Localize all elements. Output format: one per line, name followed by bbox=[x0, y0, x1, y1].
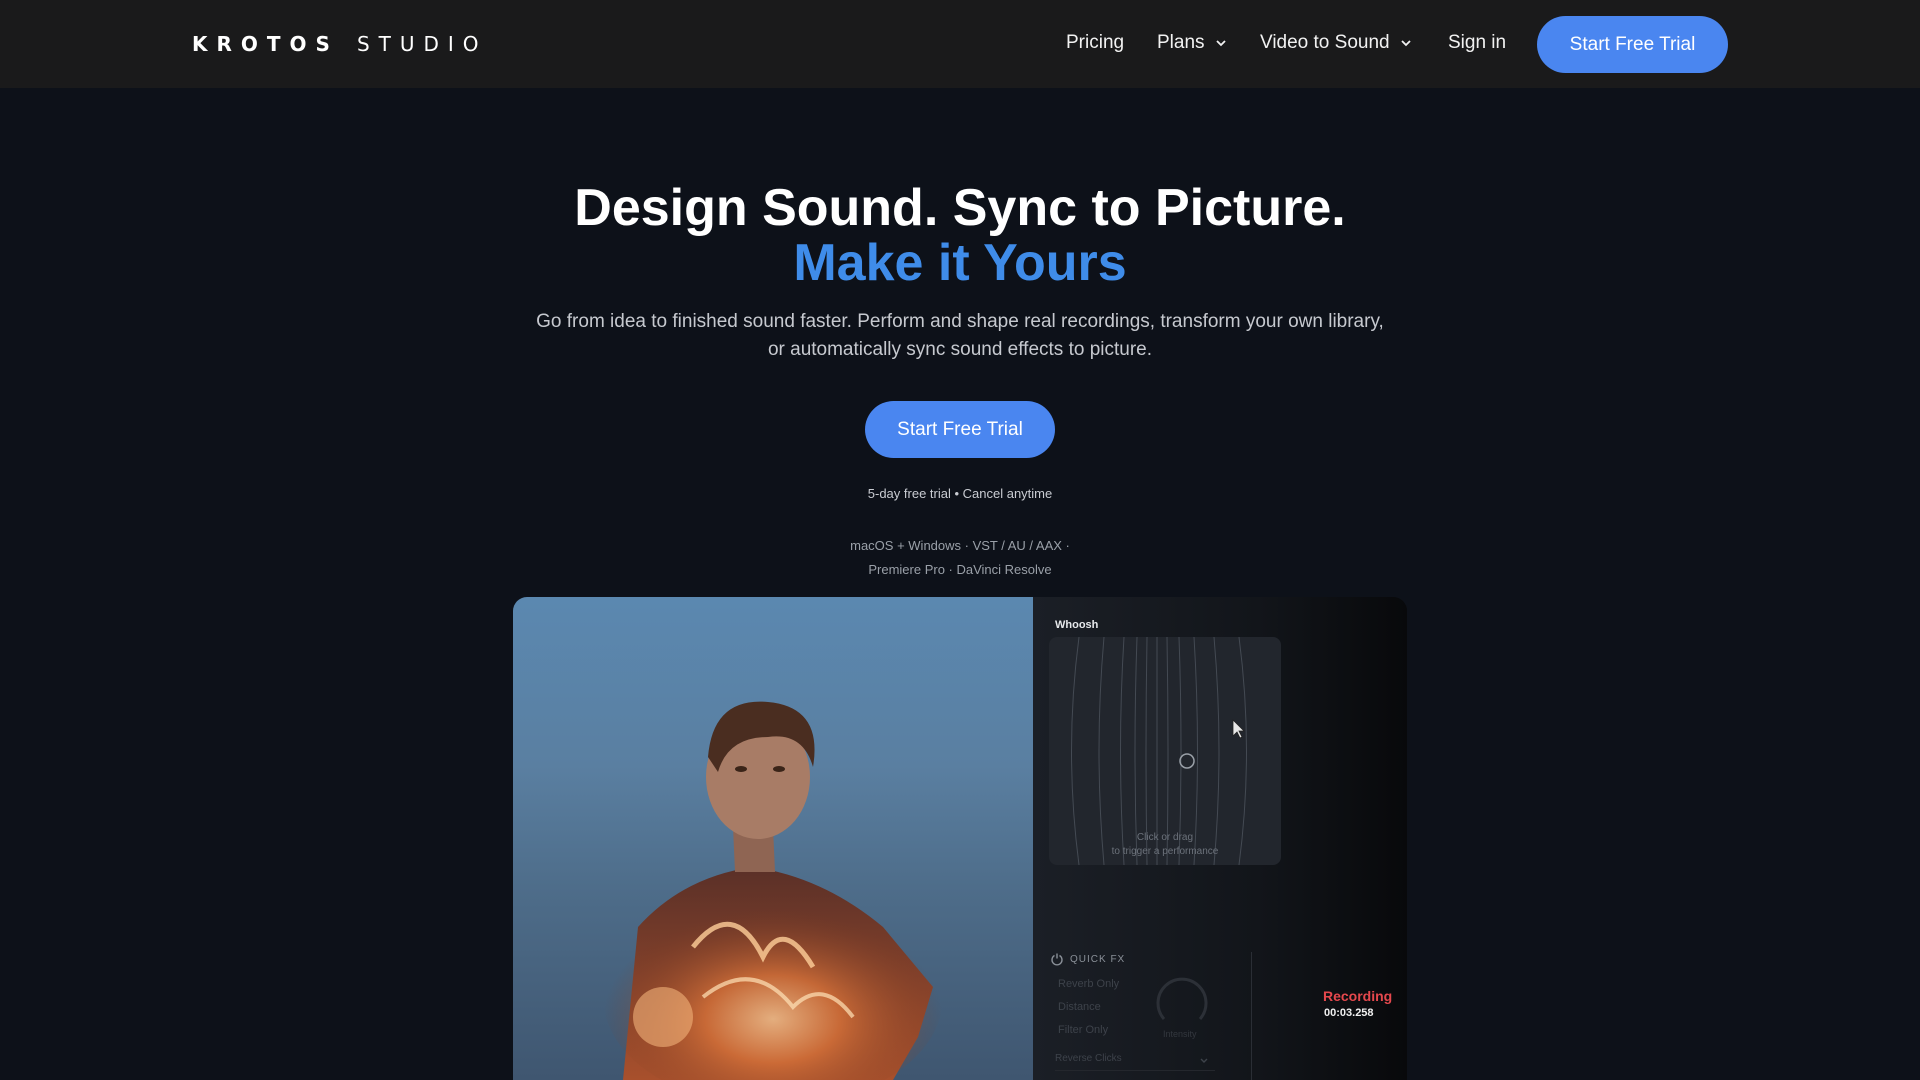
compat-line: macOS + Windows · VST / AU / AAX · bbox=[850, 538, 1070, 553]
intensity-knob[interactable] bbox=[1154, 975, 1210, 1031]
nav-link-sign-in[interactable]: Sign in bbox=[1448, 32, 1506, 54]
preset-name: Whoosh bbox=[1055, 619, 1099, 631]
product-demo-panel: Whoosh Click or drag to trigger a perfor… bbox=[513, 597, 1407, 1080]
performance-pad[interactable]: Click or drag to trigger a performance bbox=[1049, 637, 1281, 865]
pad-hint: Click or drag to trigger a performance bbox=[1049, 831, 1281, 859]
nav-link-video-to-sound[interactable]: Video to Sound bbox=[1260, 32, 1412, 54]
fx-option[interactable]: Filter Only bbox=[1058, 1024, 1108, 1036]
hero-title: Design Sound. Sync to Picture. bbox=[574, 179, 1346, 237]
fx-select-value: Reverse Clicks bbox=[1055, 1053, 1122, 1064]
compat-line: Premiere Pro · DaVinci Resolve bbox=[868, 562, 1052, 577]
nav-link-label: Video to Sound bbox=[1260, 32, 1390, 53]
nav-link-label: Sign in bbox=[1448, 32, 1507, 53]
chevron-down-icon bbox=[1215, 40, 1226, 47]
nav-link-pricing[interactable]: Pricing bbox=[1066, 32, 1124, 54]
trial-note: 5-day free trial • Cancel anytime bbox=[867, 486, 1053, 501]
hero-subtitle-line: or automatically sync sound effects to p… bbox=[767, 339, 1153, 360]
hero-title-accent: Make it Yours bbox=[793, 234, 1127, 292]
hero-start-free-trial-button[interactable]: Start Free Trial bbox=[865, 401, 1055, 458]
chevron-down-icon bbox=[1200, 1058, 1208, 1063]
pad-hint-line: Click or drag bbox=[1136, 832, 1194, 843]
quick-fx-label: QUICK FX bbox=[1070, 953, 1126, 965]
fx-select[interactable]: Reverse Clicks bbox=[1055, 1053, 1215, 1071]
nav-link-label: Plans bbox=[1157, 32, 1205, 53]
fx-option[interactable]: Reverb Only bbox=[1058, 978, 1119, 990]
video-frame-performer bbox=[603, 701, 943, 1080]
nav-link-label: Pricing bbox=[1066, 32, 1125, 53]
compatibility-info: macOS + Windows · VST / AU / AAX · Premi… bbox=[0, 534, 1920, 582]
logo-word-studio: STUDIO bbox=[356, 32, 488, 56]
krotos-studio-logo[interactable]: KROTOS STUDIO bbox=[192, 30, 488, 58]
recording-time: 00:03.258 bbox=[1324, 1007, 1374, 1019]
recording-label: Recording bbox=[1323, 988, 1393, 1004]
top-nav: KROTOS STUDIO Pricing Plans Video to Sou… bbox=[0, 0, 1920, 88]
quick-fx-header[interactable]: QUICK FX bbox=[1050, 952, 1125, 966]
hero-subtitle: Go from idea to finished sound faster. P… bbox=[460, 308, 1460, 364]
nav-link-plans[interactable]: Plans bbox=[1157, 32, 1227, 54]
hero-subtitle-line: Go from idea to finished sound faster. P… bbox=[536, 311, 1384, 332]
fx-option[interactable]: Distance bbox=[1058, 1001, 1101, 1013]
power-icon[interactable] bbox=[1050, 952, 1064, 966]
logo-word-krotos: KROTOS bbox=[192, 32, 339, 56]
panel-divider bbox=[1251, 952, 1252, 1080]
pad-hint-line: to trigger a performance bbox=[1111, 846, 1219, 857]
demo-video[interactable] bbox=[513, 597, 1033, 1080]
chevron-down-icon bbox=[1400, 40, 1411, 47]
nav-start-free-trial-button[interactable]: Start Free Trial bbox=[1537, 16, 1728, 73]
knob-label: Intensity bbox=[1163, 1029, 1197, 1039]
